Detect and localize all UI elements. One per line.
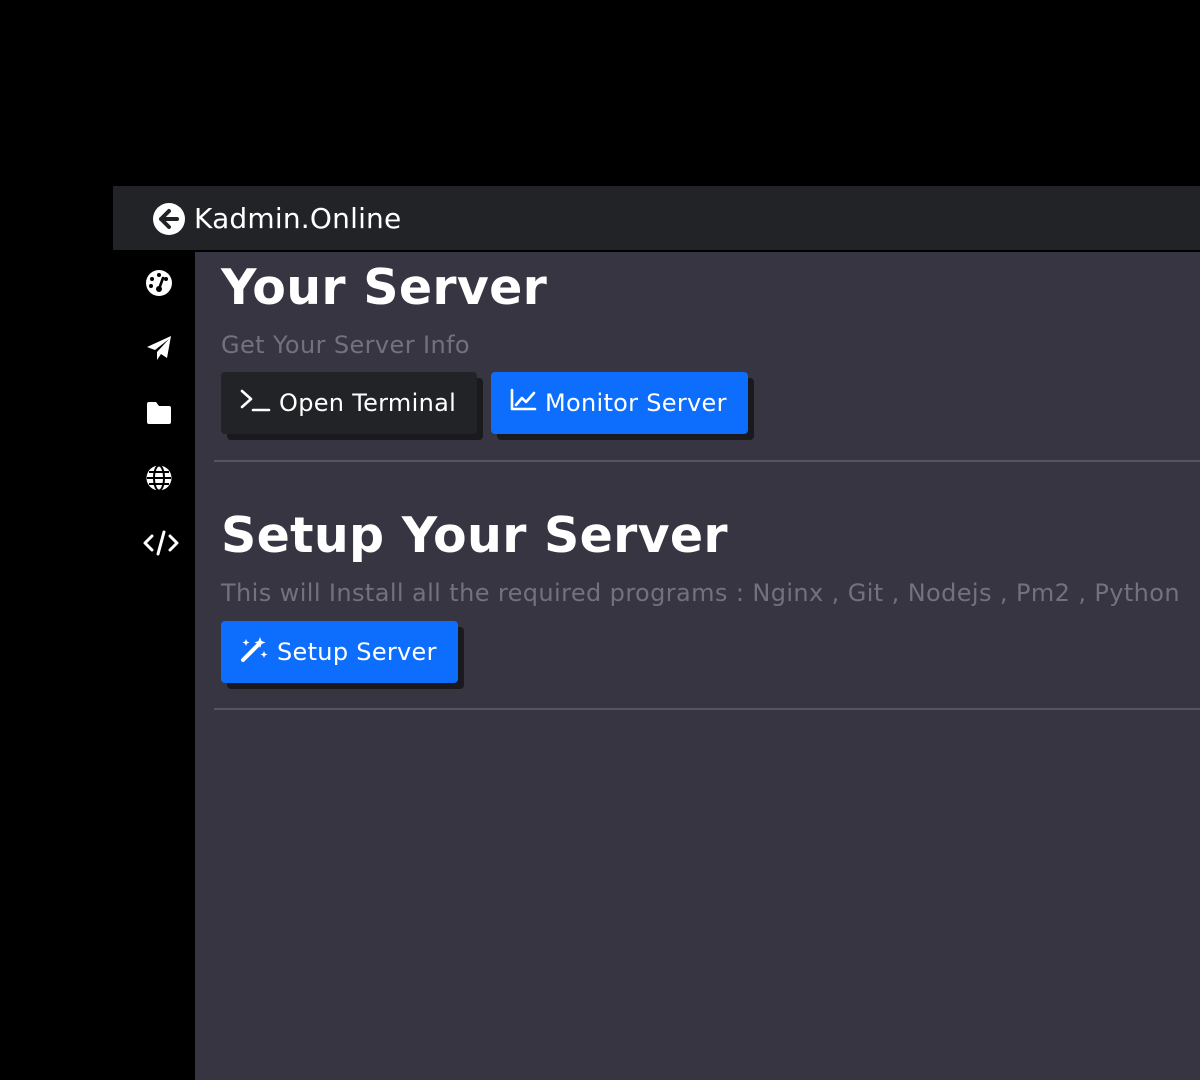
setup-server-label: Setup Server [277,638,437,666]
code-icon[interactable] [143,528,179,558]
monitor-server-button[interactable]: Monitor Server [491,372,748,434]
open-terminal-label: Open Terminal [279,389,457,417]
setup-section-title: Setup Your Server [221,507,728,564]
app-window: Kadmin.Online Your Server Get Your Serve… [113,186,1200,1080]
server-section-subtitle: Get Your Server Info [221,331,471,359]
terminal-icon [239,387,271,419]
monitor-server-label: Monitor Server [545,389,727,417]
section-divider [214,708,1200,710]
brand-title[interactable]: Kadmin.Online [194,201,401,237]
folder-icon[interactable] [144,398,174,428]
section-divider [214,460,1200,462]
magic-wand-icon [239,635,269,669]
open-terminal-button[interactable]: Open Terminal [221,372,477,434]
top-bar: Kadmin.Online [113,186,1200,250]
sidebar [113,250,195,1080]
main-content: Your Server Get Your Server Info Open Te… [195,252,1200,1080]
line-chart-icon [509,387,537,419]
globe-icon[interactable] [144,463,174,493]
server-section-title: Your Server [221,259,548,316]
dashboard-gauge-icon[interactable] [144,268,174,298]
setup-server-button[interactable]: Setup Server [221,621,458,683]
setup-section-subtitle: This will Install all the required progr… [221,579,1180,607]
paper-plane-icon[interactable] [144,333,174,363]
back-arrow-icon[interactable] [152,202,186,236]
